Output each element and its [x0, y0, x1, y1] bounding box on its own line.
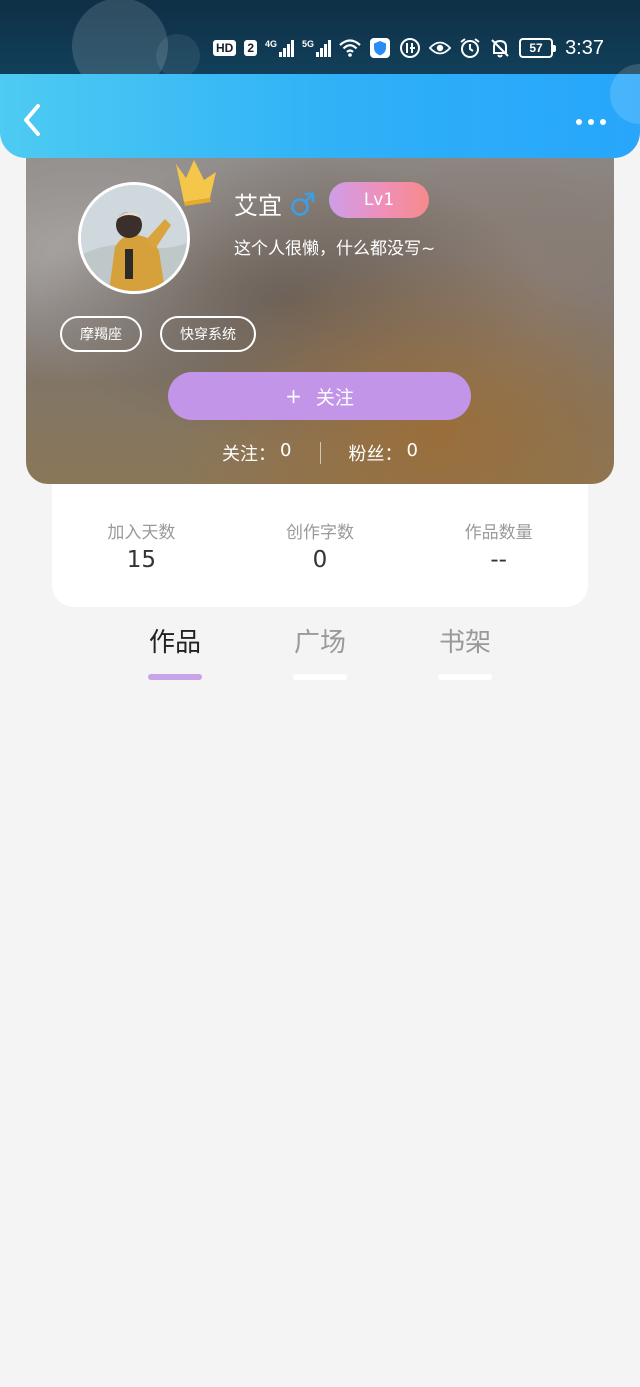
tab-works[interactable]: 作品	[135, 622, 215, 680]
stat-works-count: 作品数量 --	[429, 518, 569, 607]
fans-label: 粉丝：	[348, 444, 403, 465]
tab-square[interactable]: 广场	[280, 622, 360, 680]
follow-counts: 关注： 0 粉丝： 0	[26, 440, 614, 466]
stat-value: 0	[312, 547, 328, 573]
bell-muted-icon	[489, 37, 511, 59]
tag-zodiac[interactable]: 摩羯座	[60, 316, 142, 352]
fans-value: 0	[406, 440, 418, 461]
stats-card: 加入天数 15 创作字数 0 作品数量 --	[52, 478, 588, 607]
profile-page: HD 2 4G 5G 57 3:37 艾宜 Lv1 这个人很懒，什么都没写~ 摩…	[0, 0, 640, 1387]
tab-indicator	[293, 674, 347, 680]
clock-time: 3:37	[565, 36, 604, 59]
stat-value: --	[490, 547, 507, 573]
chevron-left-icon[interactable]	[18, 102, 48, 138]
fans-count[interactable]: 粉丝： 0	[349, 440, 418, 466]
hd-icon: HD	[213, 40, 237, 56]
user-bio: 这个人很懒，什么都没写~	[234, 239, 436, 259]
content-tabs: 作品 广场 书架	[0, 622, 640, 692]
tab-bookshelf[interactable]: 书架	[425, 622, 505, 680]
eye-icon	[429, 37, 452, 59]
profile-card: 艾宜 Lv1 这个人很懒，什么都没写~ 摩羯座 快穿系统 + 关注 关注： 0 …	[26, 150, 614, 484]
more-dots-icon[interactable]	[576, 114, 612, 130]
following-value: 0	[280, 440, 292, 461]
tab-label: 书架	[438, 628, 491, 658]
user-name: 艾宜	[234, 186, 316, 221]
signal-4g-icon: 4G	[265, 39, 295, 57]
stat-join-days: 加入天数 15	[71, 518, 211, 607]
top-nav-bar	[0, 64, 640, 158]
stat-label: 创作字数	[285, 523, 354, 543]
alarm-icon	[459, 37, 481, 59]
tab-label: 作品	[148, 628, 201, 658]
crown-icon	[170, 156, 222, 206]
follow-button[interactable]: + 关注	[168, 372, 471, 420]
tab-label: 广场	[293, 628, 346, 658]
following-label: 关注：	[222, 444, 277, 465]
sim-icon: 2	[244, 40, 258, 56]
user-name-text: 艾宜	[234, 192, 282, 220]
status-bar: HD 2 4G 5G 57 3:37	[0, 0, 640, 76]
wifi-icon	[339, 37, 361, 59]
tag-genre[interactable]: 快穿系统	[160, 316, 256, 352]
battery-icon: 57	[519, 38, 557, 58]
stat-word-count: 创作字数 0	[250, 518, 390, 607]
plus-icon: +	[285, 384, 302, 408]
tab-indicator	[438, 674, 492, 680]
stat-label: 加入天数	[107, 523, 176, 543]
data-saver-icon	[399, 37, 421, 59]
stat-value: 15	[126, 547, 156, 573]
stat-label: 作品数量	[464, 523, 533, 543]
shield-icon	[369, 37, 391, 59]
tag-list: 摩羯座 快穿系统	[60, 316, 256, 352]
level-badge: Lv1	[329, 182, 429, 218]
following-count[interactable]: 关注： 0	[222, 440, 291, 466]
tab-indicator	[148, 674, 202, 680]
male-gender-icon	[290, 191, 316, 217]
signal-5g-icon: 5G	[302, 39, 332, 57]
divider	[319, 442, 321, 464]
follow-button-label: 关注	[315, 386, 354, 409]
